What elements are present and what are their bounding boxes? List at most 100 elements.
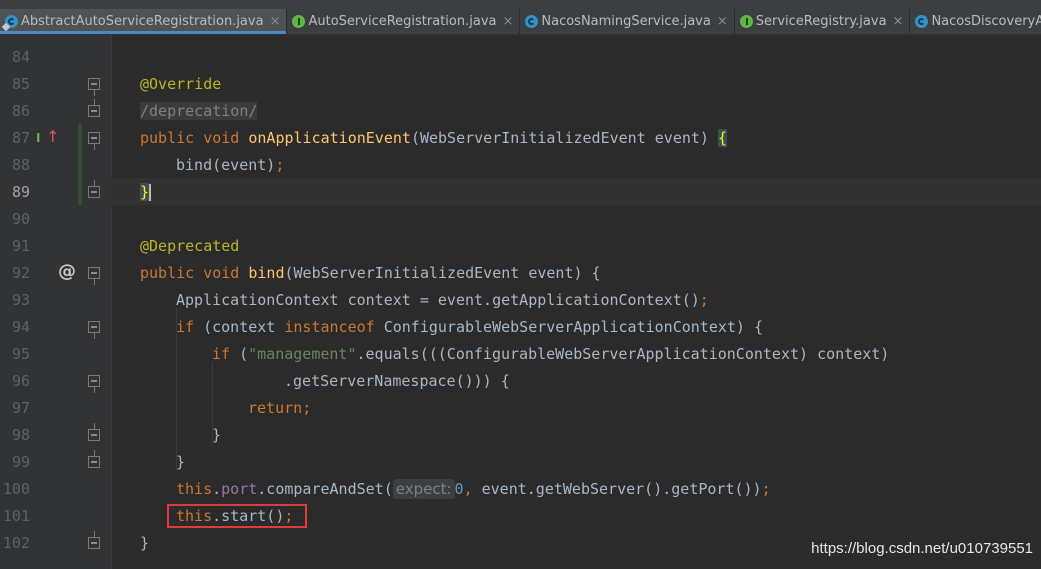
code-line: 98 } (0, 422, 1041, 449)
fold-collapse-icon[interactable] (88, 132, 100, 150)
method-name: onApplicationEvent (248, 129, 411, 147)
code-segment: (context (203, 318, 285, 336)
line-number: 97 (11, 399, 30, 417)
tab-label: AbstractAutoServiceRegistration.java (21, 14, 264, 29)
code-text: if ("management".equals(((ConfigurableWe… (212, 341, 889, 368)
line-number: 99 (11, 453, 30, 471)
tab-auto-service-registration[interactable]: AutoServiceRegistration.java × (287, 9, 521, 34)
matched-brace: { (717, 129, 728, 147)
matched-brace: } (140, 183, 150, 201)
code-line: 101 this.start(); (0, 503, 1041, 530)
fold-collapse-icon[interactable] (88, 267, 100, 285)
abstract-class-icon (5, 15, 18, 28)
code-text: public void bind(WebServerInitializedEve… (140, 260, 601, 287)
interface-icon (739, 15, 753, 28)
code-text: .getServerNamespace())) { (284, 368, 510, 395)
line-number: 89 (11, 183, 30, 201)
tab-label: ServiceRegistry.java (755, 14, 887, 29)
line-number: 85 (11, 75, 30, 93)
code-text: bind(event); (176, 152, 284, 179)
fold-end-icon[interactable] (88, 180, 100, 198)
class-icon (525, 15, 539, 28)
line-number: 91 (11, 237, 30, 255)
code-segment: (WebServerInitializedEvent event) { (284, 264, 601, 282)
tab-label: NacosNamingService.java (541, 14, 711, 29)
number-literal: 0 (454, 480, 464, 498)
tab-label: NacosDiscoveryAutoConfigurati (931, 14, 1041, 29)
keyword: return (248, 399, 303, 417)
line-number: 100 (2, 480, 30, 498)
line-number: 87 (11, 129, 30, 147)
fold-collapse-icon[interactable] (88, 78, 100, 96)
line-number: 93 (11, 291, 30, 309)
code-line: 88 bind(event); (0, 152, 1041, 179)
code-line: 97 return; (0, 395, 1041, 422)
code-line: 96 .getServerNamespace())) { (0, 368, 1041, 395)
fold-end-icon[interactable] (88, 531, 100, 549)
code-text: return; (248, 395, 311, 422)
close-tab-icon[interactable]: × (893, 14, 904, 29)
line-number: 92 (11, 264, 30, 282)
watermark-url: https://blog.csdn.net/u010739551 (811, 540, 1033, 557)
override-arrow-icon[interactable]: ↑ (46, 123, 59, 150)
code-segment: .compareAndSet( (257, 480, 393, 498)
line-number: 94 (11, 318, 30, 336)
tab-nacos-naming-service[interactable]: NacosNamingService.java × (520, 9, 735, 34)
code-line: 93 ApplicationContext context = event.ge… (0, 287, 1041, 314)
fold-collapse-icon[interactable] (88, 375, 100, 393)
tab-abstract-auto-service-registration[interactable]: AbstractAutoServiceRegistration.java × (0, 9, 288, 34)
code-segment: } (176, 453, 186, 471)
close-tab-icon[interactable]: × (502, 14, 513, 29)
code-segment: (WebServerInitializedEvent event) (410, 129, 718, 147)
code-line: 91 @Deprecated (0, 233, 1041, 260)
code-line: 90 (0, 206, 1041, 233)
code-line: 84 (0, 44, 1041, 71)
at-usage-icon[interactable]: @ (58, 258, 76, 285)
title-strip (0, 0, 1041, 9)
code-line: 94 if (context instanceof ConfigurableWe… (0, 314, 1041, 341)
code-segment: ConfigurableWebServerApplicationContext)… (383, 318, 764, 336)
code-text: } (176, 449, 185, 476)
parameter-hint: expect: (392, 479, 455, 499)
code-text: /deprecation/ (140, 98, 258, 125)
code-line: 89 } (0, 179, 1041, 206)
tab-service-registry[interactable]: ServiceRegistry.java × (735, 9, 911, 34)
fold-end-icon[interactable] (88, 99, 100, 117)
code-segment: } (212, 426, 222, 444)
annotation: @Override (140, 75, 222, 93)
code-segment: } (140, 534, 150, 552)
semicolon: ; (302, 399, 312, 417)
code-line: 92 @ public void bind(WebServerInitializ… (0, 260, 1041, 287)
keyword: public void (140, 264, 249, 282)
code-segment: ApplicationContext context = event.getAp… (176, 291, 700, 309)
field-name: port (221, 480, 258, 498)
class-icon (915, 15, 929, 28)
keyword: if (176, 318, 204, 336)
implements-method-icon[interactable]: I (36, 125, 40, 152)
semicolon: ; (699, 291, 709, 309)
close-tab-icon[interactable]: × (717, 14, 728, 29)
code-text: } (212, 422, 221, 449)
line-number: 88 (11, 156, 30, 174)
close-tab-icon[interactable]: × (270, 14, 281, 29)
fold-collapse-icon[interactable] (88, 321, 100, 339)
code-line: 99 } (0, 449, 1041, 476)
fold-end-icon[interactable] (88, 450, 100, 468)
folded-comment[interactable]: /deprecation/ (140, 102, 258, 120)
code-segment: bind(event) (176, 156, 276, 174)
method-name: bind (248, 264, 285, 282)
code-line: 95 if ("management".equals(((Configurabl… (0, 341, 1041, 368)
code-segment: event.getWebServer().getPort()) (481, 480, 762, 498)
text-caret (149, 184, 152, 201)
code-text: this.port.compareAndSet(expect: 0, event.… (176, 476, 771, 503)
line-number: 86 (11, 102, 30, 120)
tab-label: AutoServiceRegistration.java (308, 14, 497, 29)
tab-nacos-discovery-auto-configuration[interactable]: NacosDiscoveryAutoConfigurati (910, 9, 1041, 34)
fold-end-icon[interactable] (88, 423, 100, 441)
line-number: 96 (11, 372, 30, 390)
string-literal: "management" (248, 345, 357, 363)
code-segment: ( (239, 345, 249, 363)
code-text: } (140, 530, 149, 557)
code-line: 86 /deprecation/ (0, 98, 1041, 125)
line-number: 95 (11, 345, 30, 363)
